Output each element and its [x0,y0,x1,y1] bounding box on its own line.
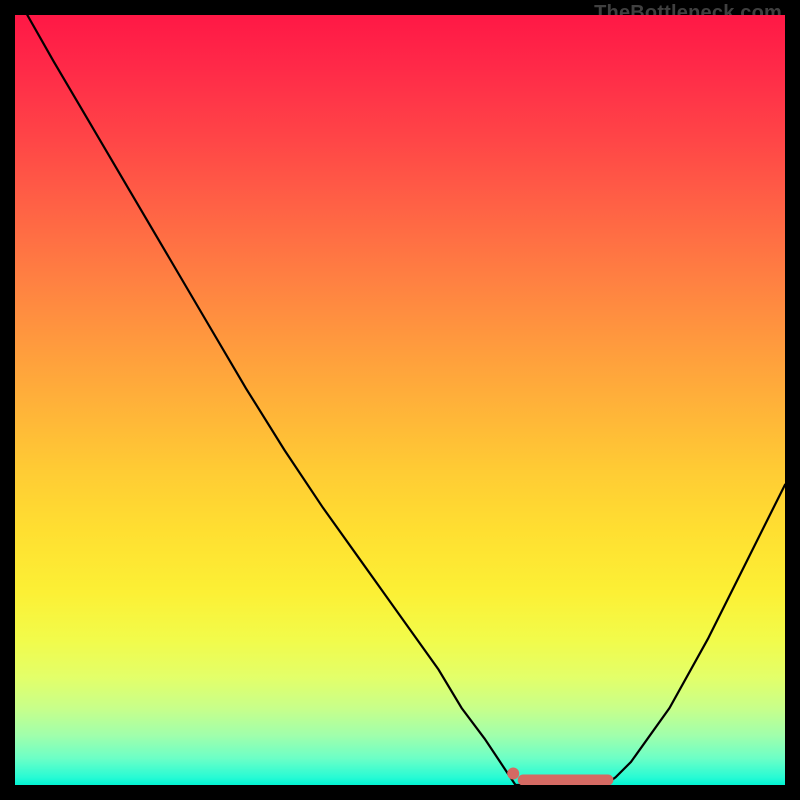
curve-overlay [15,15,785,785]
bottleneck-curve [27,15,785,785]
chart-frame: TheBottleneck.com [0,0,800,800]
optimal-point-marker [507,768,519,780]
plot-area [15,15,785,785]
